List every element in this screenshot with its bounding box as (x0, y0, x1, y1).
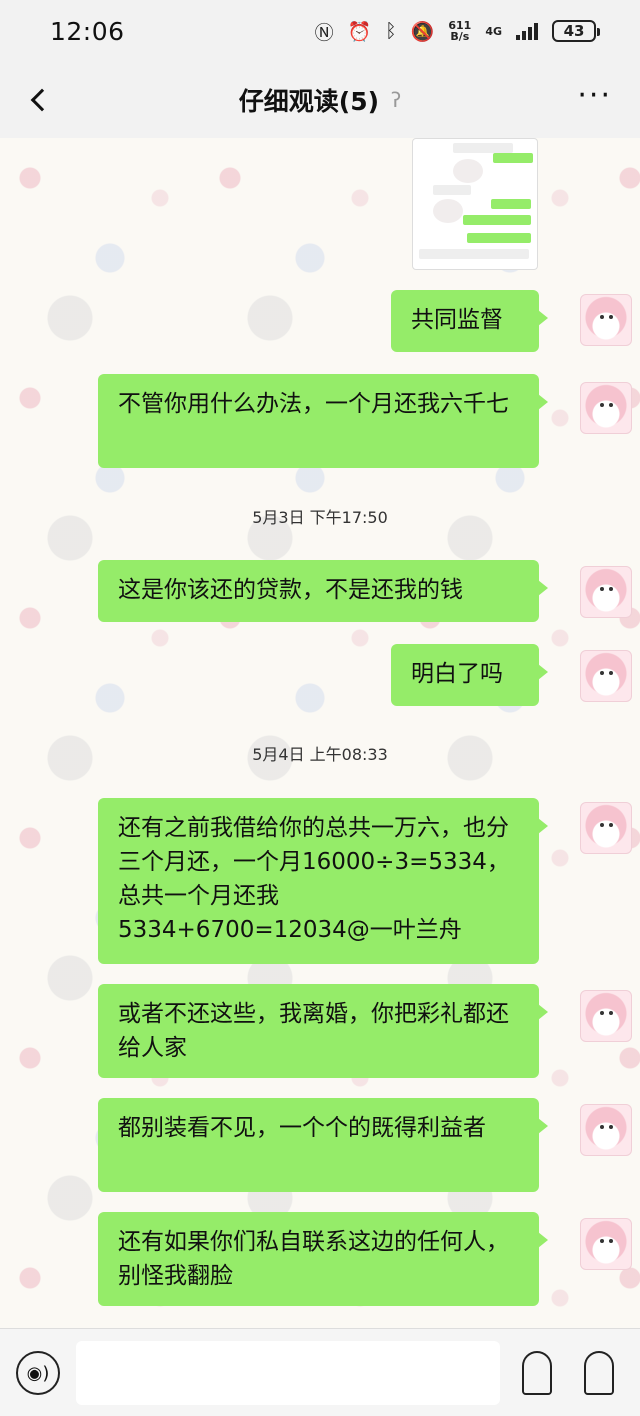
network-type: 4G (485, 24, 502, 38)
chat-area[interactable]: 共同监督 不管你用什么办法，一个月还我六千七 5月3日 下午17:50 这是你该… (0, 138, 640, 1328)
avatar[interactable] (580, 650, 632, 702)
avatar[interactable] (580, 1218, 632, 1270)
message-timestamp: 5月4日 上午08:33 (252, 745, 388, 764)
chevron-left-icon (30, 88, 54, 112)
more-button[interactable]: ··· (577, 81, 612, 111)
avatar[interactable] (580, 294, 632, 346)
message-bubble[interactable]: 都别装看不见，一个个的既得利益者 (98, 1098, 548, 1192)
back-button[interactable] (20, 82, 56, 118)
message-bubble[interactable]: 共同监督 (391, 290, 548, 352)
chat-header: 仔细观读(5) ʔ ··· (0, 62, 640, 138)
avatar[interactable] (580, 382, 632, 434)
message-input[interactable] (76, 1341, 500, 1405)
plus-button[interactable] (584, 1351, 614, 1395)
avatar[interactable] (580, 1104, 632, 1156)
message-bubble[interactable]: 不管你用什么办法，一个月还我六千七 (98, 374, 548, 468)
status-bar: 12:06 Ⓝ ⏰ ᛒ 🔕 611 B/s 4G 43 (0, 0, 640, 62)
battery-icon: 43 (552, 20, 600, 42)
voice-button[interactable]: ◉) (16, 1351, 60, 1395)
avatar[interactable] (580, 802, 632, 854)
status-time: 12:06 (50, 16, 125, 46)
net-speed: 611 B/s (448, 19, 472, 43)
input-bar: ◉) (0, 1328, 640, 1416)
chat-title: 仔细观读(5) (238, 87, 380, 116)
message-bubble[interactable]: 还有如果你们私自联系这边的任何人，别怪我翻脸 (98, 1212, 548, 1306)
avatar[interactable] (580, 566, 632, 618)
message-timestamp: 5月3日 下午17:50 (252, 508, 388, 527)
nfc-icon: Ⓝ (314, 21, 334, 44)
message-bubble[interactable]: 还有之前我借给你的总共一万六，也分三个月还，一个月16000÷3=5334，总共… (98, 798, 548, 964)
message-bubble[interactable]: 或者不还这些，我离婚，你把彩礼都还给人家 (98, 984, 548, 1078)
avatar[interactable] (580, 990, 632, 1042)
voice-icon: ◉) (26, 1362, 50, 1384)
signal-icon (516, 22, 538, 40)
screenshot-image-message[interactable] (412, 138, 538, 270)
emoji-button[interactable] (522, 1351, 552, 1395)
alarm-icon: ⏰ (347, 20, 372, 43)
message-bubble[interactable]: 明白了吗 (391, 644, 548, 706)
mute-icon: 🔕 (410, 20, 435, 43)
status-icons: Ⓝ ⏰ ᛒ 🔕 611 B/s 4G 43 (314, 18, 600, 45)
message-bubble[interactable]: 这是你该还的贷款，不是还我的钱 (98, 560, 548, 622)
bluetooth-icon: ᛒ (385, 20, 397, 42)
ear-icon: ʔ (391, 88, 402, 112)
